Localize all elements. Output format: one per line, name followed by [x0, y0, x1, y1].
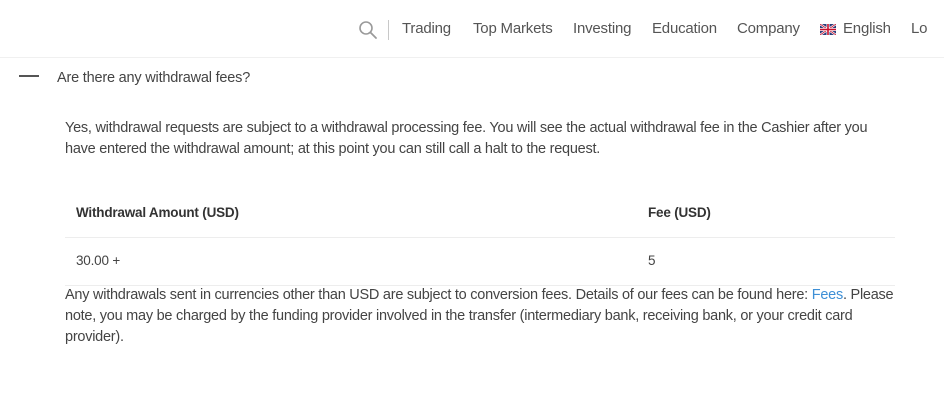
- nav-item-company[interactable]: Company: [737, 20, 800, 37]
- search-button[interactable]: [357, 19, 379, 41]
- withdrawal-fee-table: Withdrawal Amount (USD) Fee (USD) 30.00 …: [65, 190, 895, 286]
- nav-item-trading[interactable]: Trading: [402, 20, 451, 37]
- table-row: 30.00 + 5: [65, 238, 895, 286]
- page: Trading Top Markets Investing Education …: [0, 0, 944, 406]
- language-selector[interactable]: English: [843, 20, 891, 37]
- search-icon: [359, 21, 377, 39]
- note-text-start: Any withdrawals sent in currencies other…: [65, 287, 812, 303]
- table-header-row: Withdrawal Amount (USD) Fee (USD): [65, 190, 895, 238]
- nav-item-investing[interactable]: Investing: [573, 20, 631, 37]
- faq-question[interactable]: Are there any withdrawal fees?: [57, 70, 250, 86]
- nav-divider: [388, 20, 389, 40]
- faq-collapse-toggle[interactable]: [19, 75, 39, 78]
- top-navigation: Trading Top Markets Investing Education …: [0, 0, 944, 58]
- table-header-fee: Fee (USD): [648, 205, 711, 220]
- table-header-amount: Withdrawal Amount (USD): [76, 205, 239, 220]
- faq-answer-text: Yes, withdrawal requests are subject to …: [65, 120, 868, 157]
- minus-icon: [19, 75, 39, 77]
- conversion-fee-note: Any withdrawals sent in currencies other…: [65, 285, 895, 348]
- fees-link[interactable]: Fees: [812, 287, 844, 303]
- nav-item-education[interactable]: Education: [652, 20, 717, 37]
- table-cell-fee: 5: [648, 253, 656, 268]
- uk-flag-icon: [820, 24, 836, 35]
- table-cell-amount: 30.00 +: [76, 253, 121, 268]
- login-link[interactable]: Lo: [911, 20, 928, 37]
- nav-item-top-markets[interactable]: Top Markets: [473, 20, 553, 37]
